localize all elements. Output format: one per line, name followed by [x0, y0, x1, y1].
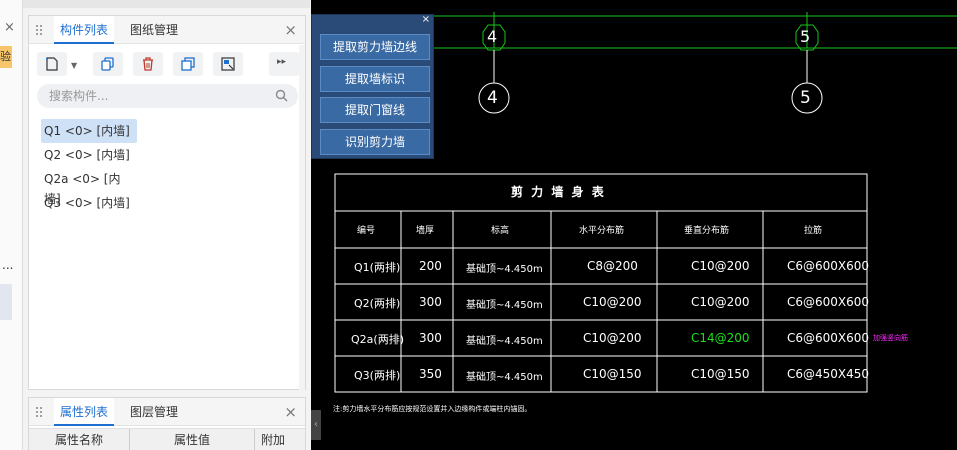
axis-label-5: 5	[800, 27, 811, 46]
column-divider[interactable]	[129, 429, 130, 450]
selected-row-highlight[interactable]	[0, 284, 12, 320]
table-cell: 基础顶~4.450m	[466, 300, 543, 311]
copy-icon	[101, 57, 114, 71]
list-item[interactable]: Q2 <0> [内墙]	[41, 143, 137, 167]
select-icon	[221, 57, 235, 71]
table-cell: Q1(两排)	[354, 261, 401, 274]
table-cell: Q2(两排)	[354, 297, 401, 310]
component-tabbar: 构件列表 图纸管理 ×	[29, 16, 305, 44]
component-list-panel: 构件列表 图纸管理 × ▼ ▸▸ 搜索构件... Q1 <0> [内墙] Q2 …	[28, 15, 306, 390]
wall-recognition-panel: × 提取剪力墙边线 提取墙标识 提取门窗线 识别剪力墙	[311, 14, 434, 159]
new-document-icon	[46, 57, 58, 71]
close-icon[interactable]: ×	[284, 21, 297, 39]
list-item[interactable]: Q3 <0> [内墙]	[41, 191, 137, 215]
table-cell: 300	[419, 331, 442, 345]
table-cell: C10@200	[583, 331, 642, 345]
table-cell: C6@600X600	[787, 331, 870, 345]
side-note: 加强竖向筋	[873, 334, 908, 342]
property-tabbar: 属性列表 图层管理 ×	[29, 398, 305, 426]
left-collapsed-panel: × 验 ...	[0, 0, 23, 450]
column-header-extra: 附加	[261, 433, 286, 447]
axis-bubble-label-5: 5	[800, 88, 811, 108]
delete-button[interactable]	[133, 52, 163, 76]
identify-shear-wall-button[interactable]: 识别剪力墙	[320, 129, 430, 155]
table-cell: Q2a(两排)	[351, 333, 404, 346]
component-toolbar: ▼ ▸▸	[37, 52, 299, 76]
column-divider[interactable]	[254, 429, 255, 450]
table-cell: 基础顶~4.450m	[466, 264, 543, 275]
list-item[interactable]: Q1 <0> [内墙]	[41, 119, 137, 143]
table-header: 拉筋	[804, 226, 823, 236]
collapse-panel-handle[interactable]: ‹	[311, 410, 321, 440]
new-component-button[interactable]	[37, 52, 67, 76]
copy-to-floor-button[interactable]	[173, 52, 203, 76]
table-header: 墙厚	[416, 226, 435, 236]
drag-handle-icon[interactable]	[35, 406, 43, 418]
ellipsis-text: ...	[2, 258, 14, 272]
close-icon[interactable]: ×	[4, 20, 15, 35]
extract-wall-edge-button[interactable]: 提取剪力墙边线	[320, 34, 430, 60]
list-item[interactable]: Q2a <0> [内墙]	[41, 167, 137, 206]
table-header: 标高	[491, 226, 510, 236]
table-cell-highlighted: C14@200	[691, 331, 750, 345]
table-cell: C10@200	[691, 295, 750, 309]
component-list: Q1 <0> [内墙] Q2 <0> [内墙] Q2a <0> [内墙] Q3 …	[41, 119, 241, 215]
table-cell: C6@600X600	[787, 259, 870, 273]
table-cell: C10@150	[691, 367, 750, 381]
search-input[interactable]	[49, 87, 259, 105]
status-badge: 验	[0, 46, 12, 68]
vertical-scrollbar[interactable]	[299, 45, 305, 390]
table-title: 剪 力 墙 身 表	[511, 185, 606, 199]
axis-bubble-label-4: 4	[487, 88, 498, 108]
trash-icon	[143, 57, 153, 71]
table-cell: C6@600X600	[787, 295, 870, 309]
close-icon[interactable]: ×	[422, 14, 430, 25]
search-box	[37, 84, 298, 108]
table-cell: 200	[419, 259, 442, 273]
search-icon[interactable]	[275, 89, 288, 102]
duplicate-icon	[181, 57, 195, 71]
tab-component-list[interactable]: 构件列表	[54, 16, 115, 44]
table-cell: C10@200	[691, 259, 750, 273]
app-window: × 验 ... 构件列表 图纸管理 × ▼ ▸▸ 搜索构件... Q1 <0> …	[0, 0, 957, 450]
table-cell: 基础顶~4.450m	[466, 372, 543, 383]
table-cell: 基础顶~4.450m	[466, 336, 543, 347]
property-table-header: 属性名称 属性值 附加	[29, 428, 305, 450]
copy-button[interactable]	[93, 52, 123, 76]
table-cell: C6@450X450	[787, 367, 870, 381]
tab-drawing-management[interactable]: 图纸管理	[124, 16, 184, 44]
column-header-value: 属性值	[174, 433, 211, 447]
tab-property-list[interactable]: 属性列表	[54, 398, 115, 426]
table-header: 编号	[357, 226, 376, 236]
column-header-name: 属性名称	[55, 433, 104, 447]
extract-wall-label-button[interactable]: 提取墙标识	[320, 66, 430, 92]
chevron-down-icon[interactable]: ▼	[71, 61, 77, 70]
top-toolbar-strip	[0, 0, 310, 8]
table-cell: C10@200	[583, 295, 642, 309]
table-header: 水平分布筋	[579, 226, 625, 236]
drag-handle-icon[interactable]	[35, 24, 43, 36]
table-header: 垂直分布筋	[684, 226, 730, 236]
table-footnote: 注:剪力墙水平分布筋应按规范设置并入边缘构件或端柱内锚固。	[333, 405, 532, 413]
close-icon[interactable]: ×	[284, 403, 297, 421]
property-panel: 属性列表 图层管理 × 属性名称 属性值 附加	[28, 397, 306, 450]
extract-door-window-line-button[interactable]: 提取门窗线	[320, 97, 430, 123]
wall-table-frame	[334, 173, 868, 393]
table-cell: C10@150	[583, 367, 642, 381]
more-tools-button[interactable]: ▸▸	[269, 52, 299, 76]
table-cell: 300	[419, 295, 442, 309]
double-arrow-icon: ▸▸	[277, 57, 287, 67]
table-cell: C8@200	[587, 259, 638, 273]
axis-label-4: 4	[487, 27, 498, 46]
tab-layer-management[interactable]: 图层管理	[124, 398, 184, 426]
pick-component-button[interactable]	[213, 52, 243, 76]
table-cell: 350	[419, 367, 442, 381]
table-cell: Q3(两排)	[354, 369, 401, 382]
